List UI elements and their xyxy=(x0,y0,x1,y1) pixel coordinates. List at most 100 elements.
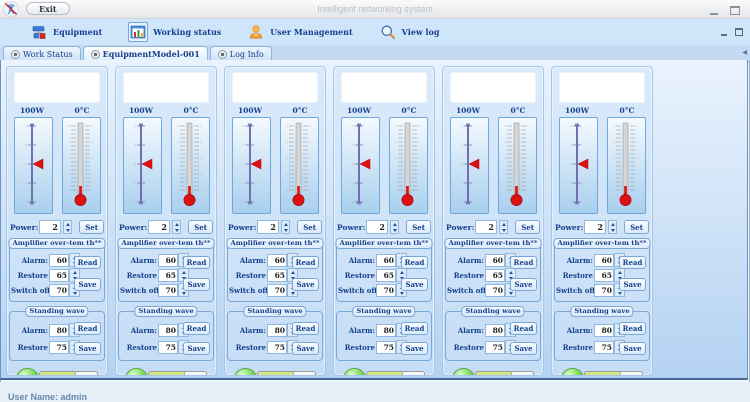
save-button[interactable]: Save xyxy=(510,278,537,291)
save-button[interactable]: Save xyxy=(401,278,428,291)
alarm-input[interactable]: 80 xyxy=(158,324,178,337)
read-button[interactable]: Read xyxy=(619,322,646,335)
restore-input[interactable]: 65 xyxy=(158,269,178,282)
mdi-minimize-icon[interactable] xyxy=(721,28,727,36)
restore-input[interactable]: 65 xyxy=(594,269,614,282)
read-button[interactable]: Read xyxy=(74,322,101,335)
spinner-up-icon[interactable] xyxy=(611,223,615,226)
restore-input[interactable]: 75 xyxy=(485,341,505,354)
read-button[interactable]: Read xyxy=(292,256,319,269)
toggle-track[interactable] xyxy=(402,372,424,377)
toggle-on-label[interactable]: On xyxy=(258,372,294,377)
read-button[interactable]: Read xyxy=(401,256,428,269)
spinner-up-icon[interactable] xyxy=(175,223,179,226)
toggle-track[interactable] xyxy=(184,372,206,377)
alarm-input[interactable]: 80 xyxy=(594,324,614,337)
spinner-down-icon[interactable] xyxy=(400,292,404,295)
switch-off-input[interactable]: 70 xyxy=(594,284,614,297)
tab-log-info[interactable]: Log Info xyxy=(210,46,272,61)
spinner-down-icon[interactable] xyxy=(66,229,70,232)
save-button[interactable]: Save xyxy=(74,342,101,355)
save-button[interactable]: Save xyxy=(619,278,646,291)
spinner-up-icon[interactable] xyxy=(502,223,506,226)
power-toggle[interactable]: On xyxy=(39,371,98,377)
alarm-input[interactable]: 60 xyxy=(49,254,69,267)
restore-input[interactable]: 75 xyxy=(267,341,287,354)
read-button[interactable]: Read xyxy=(183,322,210,335)
read-button[interactable]: Read xyxy=(292,322,319,335)
spinner-down-icon[interactable] xyxy=(284,229,288,232)
save-button[interactable]: Save xyxy=(74,278,101,291)
save-button[interactable]: Save xyxy=(510,342,537,355)
power-input[interactable]: 2 xyxy=(584,220,606,234)
read-button[interactable]: Read xyxy=(510,322,537,335)
power-toggle[interactable]: On xyxy=(584,371,643,377)
power-spinner[interactable] xyxy=(63,220,72,234)
spinner-up-icon[interactable] xyxy=(66,223,70,226)
read-button[interactable]: Read xyxy=(183,256,210,269)
toolbar-item-equipment[interactable]: Equipment xyxy=(30,23,102,41)
alarm-input[interactable]: 60 xyxy=(485,254,505,267)
mdi-restore-icon[interactable] xyxy=(735,28,743,36)
power-spinner[interactable] xyxy=(499,220,508,234)
spinner-down-icon[interactable] xyxy=(509,292,513,295)
restore-input[interactable]: 65 xyxy=(267,269,287,282)
toggle-on-label[interactable]: On xyxy=(585,372,621,377)
alarm-input[interactable]: 80 xyxy=(376,324,396,337)
maximize-icon[interactable] xyxy=(730,6,740,15)
alarm-input[interactable]: 60 xyxy=(376,254,396,267)
toolbar-item-view-log[interactable]: View log xyxy=(379,23,440,41)
read-button[interactable]: Read xyxy=(401,322,428,335)
power-input[interactable]: 2 xyxy=(39,220,61,234)
power-toggle[interactable]: On xyxy=(257,371,316,377)
read-button[interactable]: Read xyxy=(510,256,537,269)
set-button[interactable]: Set xyxy=(188,220,213,234)
minimize-icon[interactable] xyxy=(710,5,718,15)
alarm-input[interactable]: 80 xyxy=(485,324,505,337)
toggle-track[interactable] xyxy=(75,372,97,377)
power-spinner[interactable] xyxy=(390,220,399,234)
power-input[interactable]: 2 xyxy=(475,220,497,234)
set-button[interactable]: Set xyxy=(406,220,431,234)
restore-input[interactable]: 75 xyxy=(158,341,178,354)
power-toggle[interactable]: On xyxy=(475,371,534,377)
restore-input[interactable]: 65 xyxy=(485,269,505,282)
switch-off-input[interactable]: 70 xyxy=(267,284,287,297)
alarm-input[interactable]: 80 xyxy=(267,324,287,337)
toggle-track[interactable] xyxy=(293,372,315,377)
save-button[interactable]: Save xyxy=(292,342,319,355)
restore-input[interactable]: 65 xyxy=(376,269,396,282)
power-toggle[interactable]: On xyxy=(366,371,425,377)
toggle-on-label[interactable]: On xyxy=(40,372,76,377)
spinner-down-icon[interactable] xyxy=(611,229,615,232)
save-button[interactable]: Save xyxy=(292,278,319,291)
power-input[interactable]: 2 xyxy=(366,220,388,234)
spinner-down-icon[interactable] xyxy=(291,292,295,295)
restore-input[interactable]: 75 xyxy=(376,341,396,354)
toggle-on-label[interactable]: On xyxy=(149,372,185,377)
spinner-down-icon[interactable] xyxy=(73,292,77,295)
save-button[interactable]: Save xyxy=(401,342,428,355)
alarm-input[interactable]: 60 xyxy=(267,254,287,267)
toggle-on-label[interactable]: On xyxy=(476,372,512,377)
save-button[interactable]: Save xyxy=(183,342,210,355)
set-button[interactable]: Set xyxy=(79,220,104,234)
set-button[interactable]: Set xyxy=(515,220,540,234)
tab-equipment-model-001[interactable]: EquipmentModel-001 xyxy=(83,46,208,61)
spinner-down-icon[interactable] xyxy=(182,292,186,295)
toggle-track[interactable] xyxy=(620,372,642,377)
set-button[interactable]: Set xyxy=(624,220,649,234)
power-input[interactable]: 2 xyxy=(257,220,279,234)
tab-scroll-arrow-icon[interactable]: ◀ xyxy=(742,49,747,56)
alarm-input[interactable]: 80 xyxy=(49,324,69,337)
alarm-input[interactable]: 60 xyxy=(594,254,614,267)
restore-input[interactable]: 75 xyxy=(49,341,69,354)
power-input[interactable]: 2 xyxy=(148,220,170,234)
save-button[interactable]: Save xyxy=(183,278,210,291)
read-button[interactable]: Read xyxy=(619,256,646,269)
alarm-input[interactable]: 60 xyxy=(158,254,178,267)
read-button[interactable]: Read xyxy=(74,256,101,269)
restore-input[interactable]: 75 xyxy=(594,341,614,354)
power-spinner[interactable] xyxy=(172,220,181,234)
switch-off-input[interactable]: 70 xyxy=(158,284,178,297)
